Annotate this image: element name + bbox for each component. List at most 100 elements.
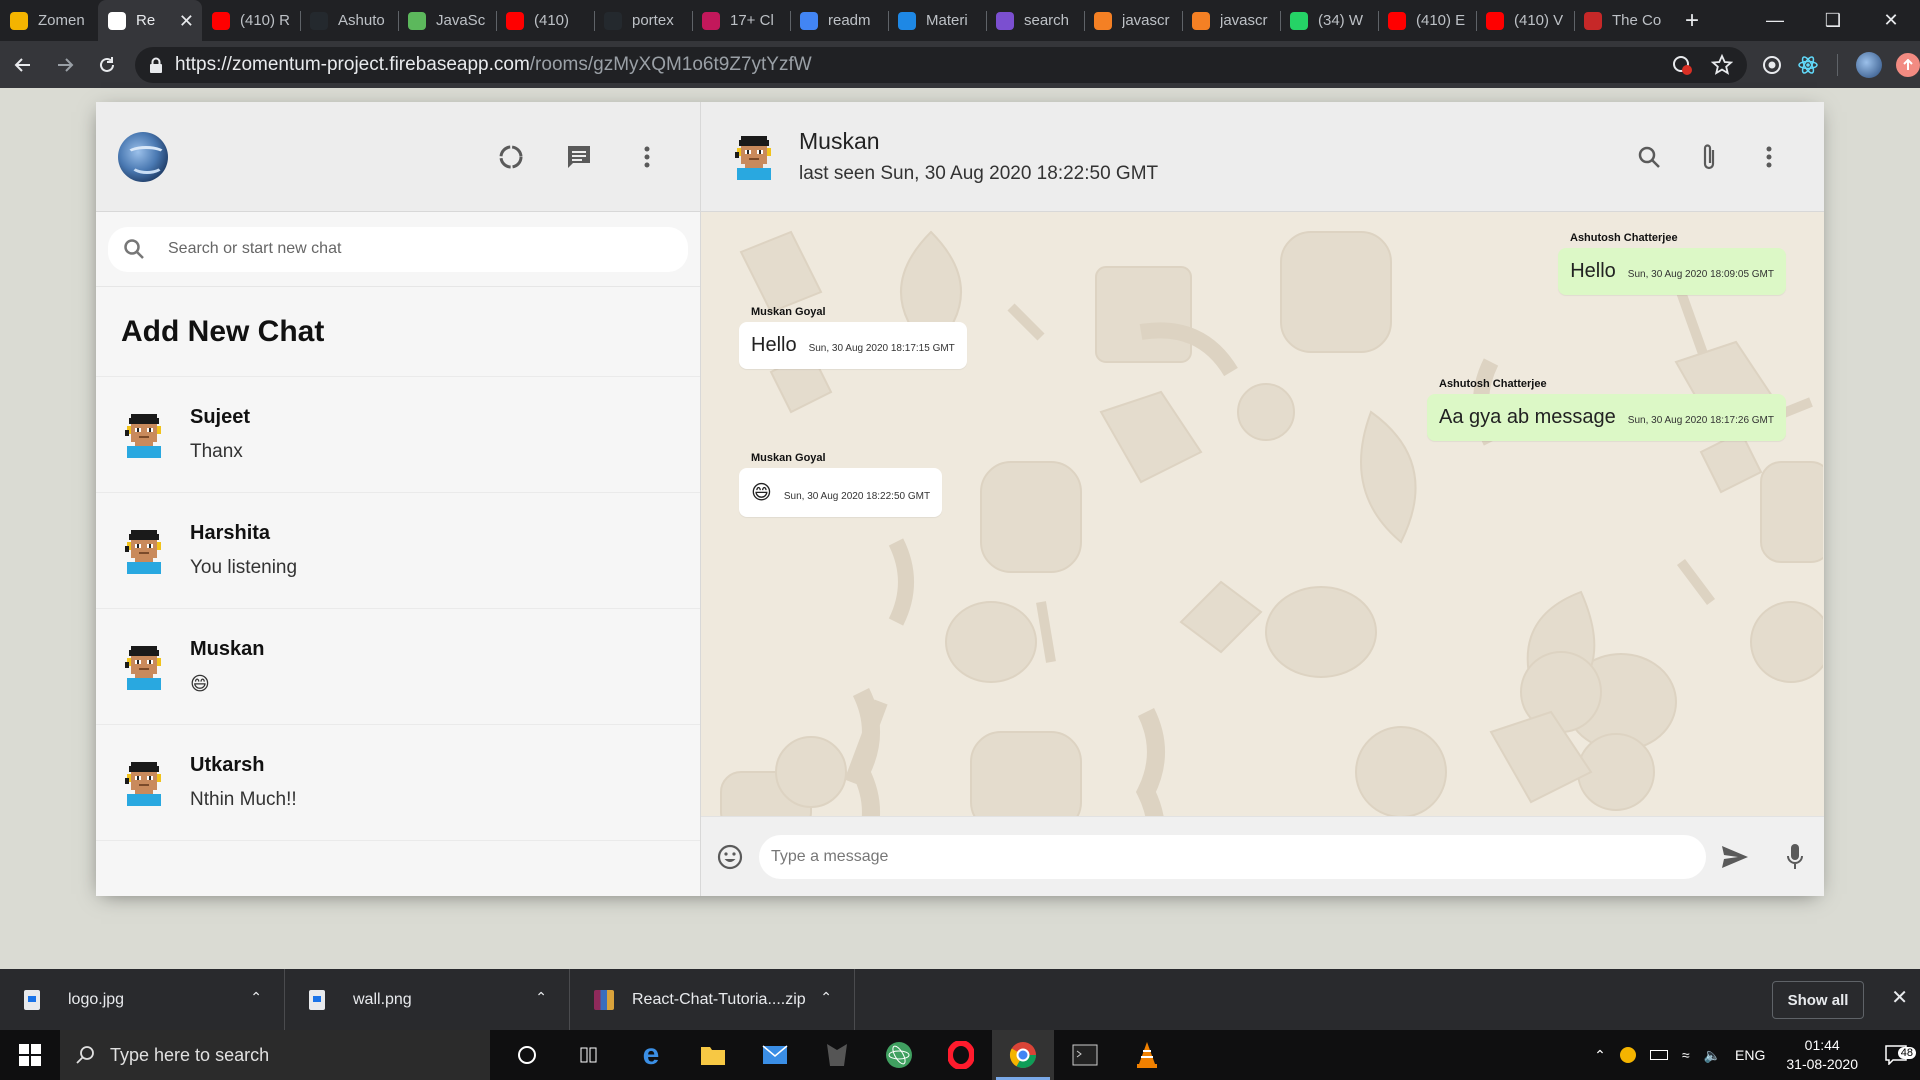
restore-button[interactable]: ❑ [1804,0,1862,41]
task-view-button[interactable] [558,1030,620,1080]
reload-icon [100,56,115,72]
message-input[interactable] [771,847,1706,866]
language-indicator[interactable]: ENG [1735,1047,1765,1063]
reload-button[interactable] [88,45,127,85]
status-button[interactable] [496,142,526,172]
browser-tab[interactable]: javascr [1084,0,1182,41]
browser-tab[interactable]: (34) W [1280,0,1378,41]
message-text: Hello [751,334,797,356]
update-button[interactable] [1896,52,1920,77]
download-filename: logo.jpg [68,990,125,1008]
battery-icon[interactable] [1649,1050,1668,1060]
chat-menu-button[interactable] [1754,142,1784,172]
chrome-app[interactable] [992,1030,1054,1080]
send-button[interactable] [1720,842,1750,872]
react-devtools-icon[interactable] [1797,54,1819,76]
add-new-chat[interactable]: Add New Chat [96,287,700,377]
mail-app[interactable] [744,1030,806,1080]
system-clock[interactable]: 01:44 31-08-2020 [1786,1036,1858,1074]
forward-button[interactable] [45,45,84,85]
tab-title: JavaSc [436,12,486,29]
vlc-app[interactable] [1116,1030,1178,1080]
mic-button[interactable] [1780,842,1810,872]
download-item[interactable]: logo.jpg ⌃ [0,969,285,1030]
tray-app-icon[interactable] [1619,1047,1636,1063]
browser-tab[interactable]: (410) E [1378,0,1476,41]
sidebar-chat-item[interactable]: Harshita You listening [96,493,700,609]
browser-tab[interactable]: (410) [496,0,594,41]
chevron-up-icon[interactable]: ⌃ [1594,1047,1606,1064]
sent-message[interactable]: Hello Sun, 30 Aug 2020 18:09:05 GMT [1558,248,1786,295]
close-downloads-button[interactable]: ✕ [1891,985,1908,1010]
opera-app[interactable] [930,1030,992,1080]
received-message[interactable]: 😄 Sun, 30 Aug 2020 18:22:50 GMT [739,468,943,517]
blocked-popup-icon[interactable] [1671,54,1693,76]
volume-icon[interactable]: 🔈 [1704,1047,1721,1064]
new-tab-button[interactable]: + [1672,0,1712,41]
sent-message[interactable]: Aa gya ab message Sun, 30 Aug 2020 18:17:… [1427,394,1786,441]
status-ring-icon [499,145,523,169]
sidebar-chat-item[interactable]: Utkarsh Nthin Much!! [96,725,700,841]
game-app[interactable] [806,1030,868,1080]
download-item[interactable]: wall.png ⌃ [285,969,570,1030]
sidebar-chat-item[interactable]: Sujeet Thanx [96,377,700,493]
system-tray: ⌃ ≈ 🔈 ENG 01:44 31-08-2020 48 [1587,1030,1920,1080]
message-sender: Ashutosh Chatterjee [1570,232,1678,244]
minimize-button[interactable]: — [1746,0,1804,41]
sidebar-menu-button[interactable] [632,142,662,172]
close-tab-icon[interactable]: ✕ [179,11,194,32]
emoji-button[interactable] [715,842,745,872]
new-chat-button[interactable] [564,142,594,172]
start-button[interactable] [0,1030,60,1080]
tab-title: The Co [1612,12,1662,29]
browser-tab[interactable]: The Co [1574,0,1672,41]
youtube-icon [212,11,230,30]
sidebar-chat-item[interactable]: Muskan 😄 [96,609,700,725]
contact-avatar[interactable] [731,132,777,182]
browser-tab[interactable]: Re ✕ [98,0,202,41]
download-item[interactable]: React-Chat-Tutoria....zip ⌃ [570,969,855,1030]
chat-name: Utkarsh [190,754,265,776]
message-timestamp: Sun, 30 Aug 2020 18:09:05 GMT [1627,269,1774,280]
browser-tab[interactable]: readm [790,0,888,41]
action-center-button[interactable]: 48 [1872,1045,1920,1065]
taskbar-search[interactable]: Type here to search [60,1030,490,1080]
sidebar-search [96,212,700,287]
omnibox-actions [1671,53,1733,76]
received-message[interactable]: Hello Sun, 30 Aug 2020 18:17:15 GMT [739,322,967,369]
chevron-up-icon[interactable]: ⌃ [535,989,547,1006]
microphone-icon [1787,843,1803,869]
close-window-button[interactable]: ✕ [1862,0,1920,41]
browser-tab[interactable]: search [986,0,1084,41]
browser-tab[interactable]: Zomen [0,0,98,41]
message-sender: Ashutosh Chatterjee [1439,378,1547,390]
chevron-up-icon[interactable]: ⌃ [250,989,262,1006]
search-input[interactable] [168,240,648,258]
address-bar[interactable]: https://zomentum-project.firebaseapp.com… [134,46,1747,83]
attach-button[interactable] [1694,142,1724,172]
show-all-button[interactable]: Show all [1772,981,1864,1019]
browser-tab[interactable]: 17+ Cl [692,0,790,41]
edge-app[interactable]: e [620,1030,682,1080]
extension-target-icon[interactable] [1761,54,1783,76]
chevron-up-icon[interactable]: ⌃ [820,989,832,1006]
wifi-icon[interactable]: ≈ [1682,1047,1690,1063]
browser-tab[interactable]: (410) V [1476,0,1574,41]
browser-tab[interactable]: Materi [888,0,986,41]
browser-tab[interactable]: Ashuto [300,0,398,41]
file-explorer-app[interactable] [682,1030,744,1080]
atom-app[interactable] [868,1030,930,1080]
back-button[interactable] [3,45,42,85]
browser-tab[interactable]: (410) R [202,0,300,41]
browser-tab[interactable]: portex [594,0,692,41]
bookmark-star-icon[interactable] [1711,53,1733,76]
browser-tab[interactable]: javascr [1182,0,1280,41]
cortana-button[interactable] [496,1030,558,1080]
youtube-icon [1486,11,1504,30]
profile-avatar[interactable] [1856,51,1882,78]
browser-tab[interactable]: JavaSc [398,0,496,41]
chat-search-button[interactable] [1634,142,1664,172]
user-avatar[interactable] [118,131,168,182]
terminal-app[interactable] [1054,1030,1116,1080]
arrow-right-icon [57,57,74,72]
